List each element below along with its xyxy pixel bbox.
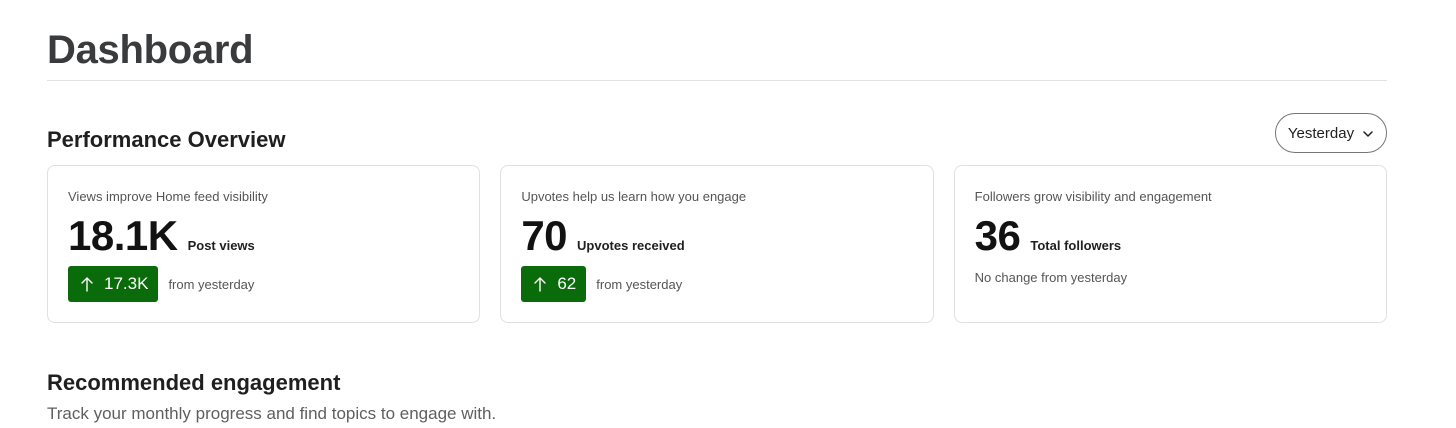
change-badge: 62: [521, 266, 587, 302]
arrow-up-icon: [80, 276, 94, 292]
chevron-down-icon: [1362, 127, 1374, 139]
title-divider: [47, 80, 1387, 81]
no-change-text: No change from yesterday: [974, 270, 1128, 285]
followers-card: Followers grow visibility and engagement…: [953, 165, 1387, 323]
dashboard-page: Dashboard Performance Overview Yesterday…: [0, 0, 1456, 428]
metric-row: 36 Total followers: [975, 212, 1366, 260]
period-select-value: Yesterday: [1287, 124, 1355, 142]
recommended-section-subtitle: Track your monthly progress and find top…: [47, 404, 497, 423]
upvotes-card: Upvotes help us learn how you engage 70 …: [500, 165, 934, 323]
metric-value: 70: [521, 212, 568, 259]
recommended-section-title: Recommended engagement: [47, 370, 341, 395]
metric-label: Post views: [187, 238, 255, 253]
metric-value: 36: [974, 212, 1021, 259]
change-value: 17.3K: [104, 274, 149, 293]
card-description: Followers grow visibility and engagement: [974, 189, 1212, 204]
metric-row: 70 Upvotes received: [521, 212, 912, 260]
post-views-card: Views improve Home feed visibility 18.1K…: [47, 165, 481, 323]
metric-label: Total followers: [1030, 238, 1122, 253]
change-row: 17.3K from yesterday: [68, 266, 459, 302]
period-select-button[interactable]: Yesterday: [1275, 113, 1387, 153]
performance-section-title: Performance Overview: [47, 127, 286, 152]
metric-value: 18.1K: [68, 212, 178, 259]
change-value: 62: [557, 274, 577, 293]
performance-cards: Views improve Home feed visibility 18.1K…: [47, 165, 1387, 323]
metric-label: Upvotes received: [577, 238, 685, 253]
change-row: 62 from yesterday: [521, 266, 912, 302]
arrow-up-icon: [533, 276, 547, 292]
card-description: Upvotes help us learn how you engage: [521, 189, 747, 204]
page-title: Dashboard: [47, 28, 254, 72]
metric-row: 18.1K Post views: [68, 212, 459, 260]
change-text: from yesterday: [168, 276, 255, 292]
card-description: Views improve Home feed visibility: [68, 189, 268, 204]
change-badge: 17.3K: [68, 266, 159, 302]
change-text: from yesterday: [596, 276, 683, 292]
